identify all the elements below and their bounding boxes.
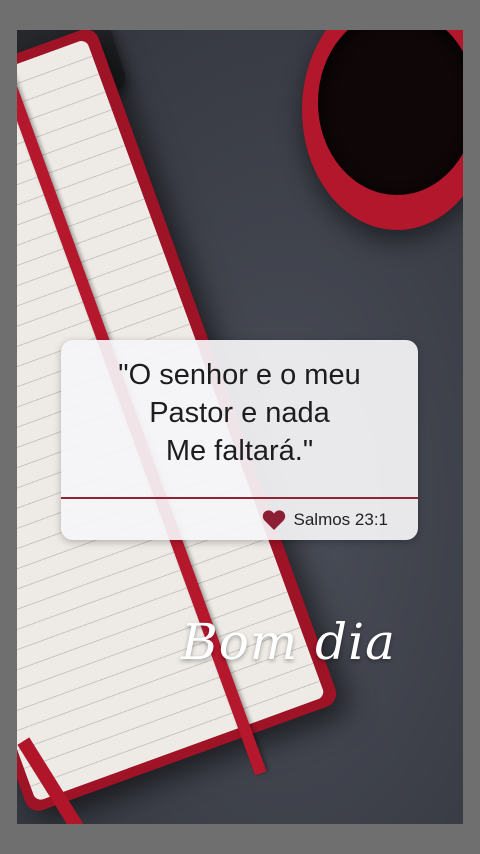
greeting-text: Bom dia	[181, 613, 396, 671]
coffee	[318, 30, 463, 195]
quote-line: Pastor e nada	[149, 397, 330, 429]
quote-line: "O senhor e o meu	[118, 359, 361, 391]
reference-label: Salmos 23:1	[293, 510, 389, 529]
quote-card: "O senhor e o meu Pastor e nada Me falta…	[61, 340, 418, 540]
heart-icon	[262, 510, 285, 530]
coffee-cup	[302, 30, 463, 230]
photo-frame: "O senhor e o meu Pastor e nada Me falta…	[17, 30, 463, 824]
quote-reference: Salmos 23:1	[262, 508, 389, 532]
divider	[61, 497, 418, 499]
quote-text: "O senhor e o meu Pastor e nada Me falta…	[61, 356, 418, 470]
quote-line: Me faltará."	[165, 435, 314, 467]
